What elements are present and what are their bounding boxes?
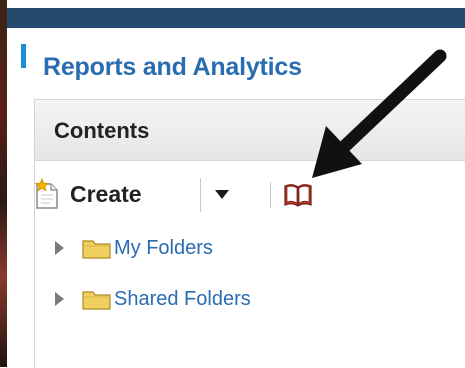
tree-item-label[interactable]: Shared Folders — [114, 288, 251, 311]
top-banner — [7, 8, 465, 28]
create-button[interactable]: Create — [32, 176, 142, 212]
tree-item-label[interactable]: My Folders — [114, 237, 213, 260]
expand-triangle-icon[interactable] — [55, 241, 64, 255]
create-new-icon — [32, 177, 62, 210]
open-book-icon — [282, 184, 314, 214]
toolbar-divider — [200, 178, 201, 212]
create-button-label: Create — [70, 180, 142, 207]
toolbar-divider — [270, 182, 271, 208]
caret-down-icon — [215, 187, 229, 205]
page-title: Reports and Analytics — [43, 53, 302, 81]
folder-icon — [82, 237, 112, 259]
tree-item-my-folders[interactable]: My Folders — [55, 235, 213, 261]
panel-header: Contents — [35, 100, 465, 161]
catalog-button[interactable] — [282, 180, 314, 210]
contents-toolbar: Create — [32, 176, 332, 216]
folder-icon — [82, 288, 112, 310]
expand-triangle-icon[interactable] — [55, 292, 64, 306]
contents-panel: Contents — [34, 99, 465, 368]
title-accent-bar — [21, 44, 26, 68]
background-edge — [0, 0, 7, 367]
tree-item-shared-folders[interactable]: Shared Folders — [55, 286, 251, 312]
panel-title: Contents — [54, 118, 150, 143]
create-menu-dropdown[interactable] — [208, 184, 236, 208]
